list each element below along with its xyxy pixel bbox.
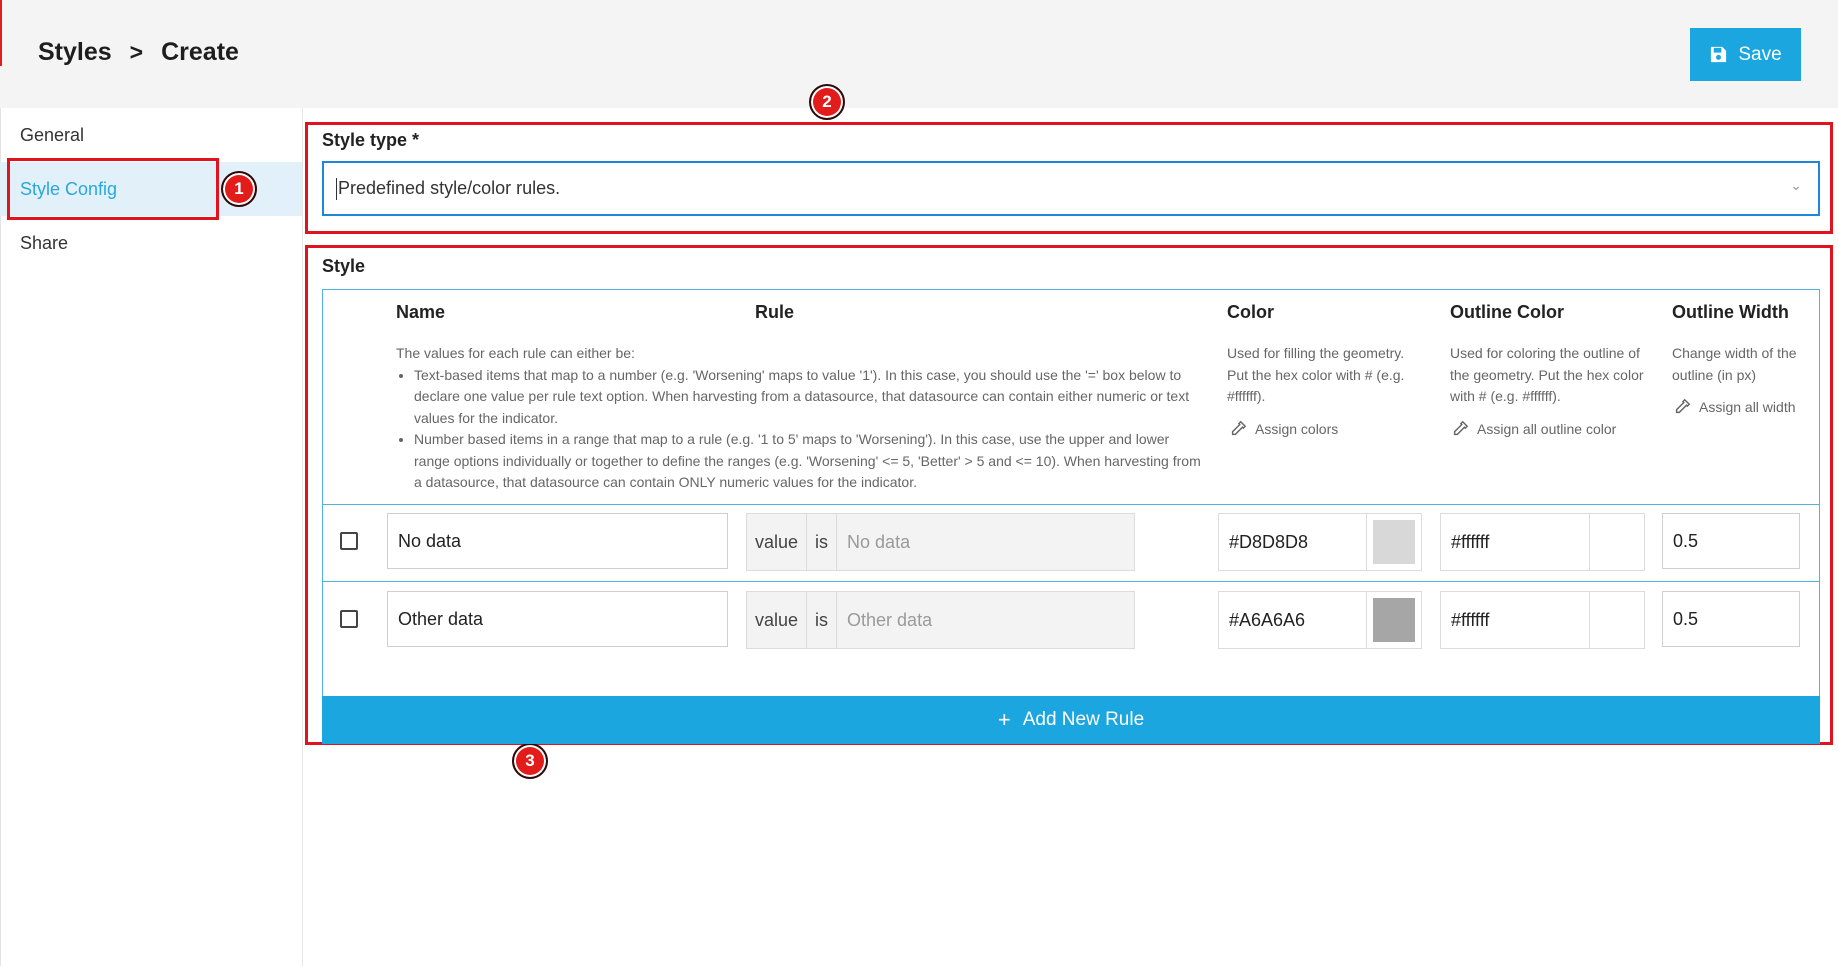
rule-value-input[interactable]: No data	[837, 514, 1134, 570]
assign-colors-link[interactable]: Assign colors	[1229, 420, 1338, 438]
outline-color-help-text: Used for coloring the outline of the geo…	[1450, 345, 1644, 404]
style-type-select[interactable]: Predefined style/color rules. ⌄	[322, 161, 1820, 216]
sidebar-item-label: General	[20, 124, 85, 145]
rule-help-intro: The values for each rule can either be:	[396, 345, 635, 361]
floppy-disk-icon	[1711, 46, 1727, 63]
assign-outline-color-label: Assign all outline color	[1477, 421, 1617, 437]
rule-help-text: The values for each rule can either be: …	[396, 343, 1202, 494]
assign-colors-label: Assign colors	[1255, 421, 1339, 437]
style-label: Style	[322, 256, 366, 276]
color-help-text: Used for filling the geometry. Put the h…	[1227, 345, 1405, 404]
row-checkbox[interactable]	[340, 610, 358, 628]
style-type-label: Style type *	[322, 130, 420, 150]
rule-operator: is	[807, 592, 838, 648]
breadcrumb-create: Create	[161, 38, 239, 66]
column-header-rule: Rule	[755, 302, 795, 322]
table-divider	[322, 504, 1820, 505]
sidebar-item-label: Share	[20, 232, 69, 253]
outline-width-input[interactable]: 0.5	[1662, 591, 1800, 647]
save-button[interactable]: Save	[1690, 28, 1801, 81]
color-hex-value: #D8D8D8	[1219, 514, 1367, 570]
column-header-name: Name	[396, 302, 446, 322]
rule-condition: value is No data	[746, 513, 1135, 571]
color-swatch[interactable]	[1367, 514, 1421, 570]
edge-marker	[0, 0, 2, 66]
rule-operator: is	[807, 514, 838, 570]
sidebar-item-label: Style Config	[20, 178, 118, 199]
column-header-color: Color	[1227, 302, 1274, 322]
breadcrumb: Styles > Create	[38, 38, 239, 67]
plus-icon: +	[997, 707, 1011, 732]
table-divider	[322, 581, 1820, 582]
color-swatch[interactable]	[1367, 592, 1421, 648]
breadcrumb-styles[interactable]: Styles	[38, 38, 112, 67]
outline-width-value: 0.5	[1673, 608, 1699, 629]
rule-key: value	[747, 514, 808, 570]
rule-value-input[interactable]: Other data	[837, 592, 1134, 648]
rule-name-value: Other data	[398, 608, 484, 629]
save-label: Save	[1738, 43, 1782, 65]
chevron-down-icon: ⌄	[1790, 177, 1802, 193]
color-input[interactable]: #D8D8D8	[1218, 513, 1422, 571]
breadcrumb-separator: >	[129, 39, 144, 65]
column-header-outline-width: Outline Width	[1672, 302, 1789, 322]
column-header-outline-color: Outline Color	[1450, 302, 1564, 322]
rule-name-input[interactable]: No data	[387, 513, 728, 569]
rule-key: value	[747, 592, 808, 648]
add-new-rule-label: Add New Rule	[1022, 709, 1145, 730]
outline-width-input[interactable]: 0.5	[1662, 513, 1800, 569]
add-new-rule-button[interactable]: + Add New Rule	[322, 696, 1820, 744]
outline-color-input[interactable]: #ffffff	[1440, 513, 1645, 571]
color-input[interactable]: #A6A6A6	[1218, 591, 1422, 649]
eyedropper-icon	[1231, 420, 1247, 436]
outline-color-input[interactable]: #ffffff	[1440, 591, 1645, 649]
rule-name-value: No data	[398, 530, 462, 551]
rule-help-bullet: Number based items in a range that map t…	[414, 429, 1202, 494]
annotation-badge-2: 2	[809, 84, 845, 120]
annotation-badge-1: 1	[221, 171, 257, 207]
rule-help-bullet: Text-based items that map to a number (e…	[414, 365, 1202, 430]
sidebar-item-general[interactable]: General	[0, 108, 302, 162]
assign-width-link[interactable]: Assign all width	[1673, 398, 1796, 416]
text-cursor	[336, 178, 337, 200]
outline-color-swatch[interactable]	[1590, 514, 1644, 570]
outline-width-help-text: Change width of the outline (in px)	[1672, 345, 1797, 383]
style-type-value: Predefined style/color rules.	[338, 178, 561, 198]
rule-name-input[interactable]: Other data	[387, 591, 728, 647]
assign-outline-color-link[interactable]: Assign all outline color	[1451, 420, 1616, 438]
eyedropper-icon	[1453, 420, 1469, 436]
outline-color-swatch[interactable]	[1590, 592, 1644, 648]
rule-condition: value is Other data	[746, 591, 1135, 649]
assign-width-label: Assign all width	[1699, 399, 1796, 415]
row-checkbox[interactable]	[340, 532, 358, 550]
outline-color-hex-value: #ffffff	[1441, 514, 1590, 570]
annotation-badge-3: 3	[512, 743, 548, 779]
color-hex-value: #A6A6A6	[1219, 592, 1367, 648]
outline-width-value: 0.5	[1673, 530, 1699, 551]
eyedropper-icon	[1675, 398, 1691, 414]
sidebar-item-share[interactable]: Share	[0, 216, 302, 270]
top-bar	[0, 0, 1838, 108]
outline-color-hex-value: #ffffff	[1441, 592, 1590, 648]
